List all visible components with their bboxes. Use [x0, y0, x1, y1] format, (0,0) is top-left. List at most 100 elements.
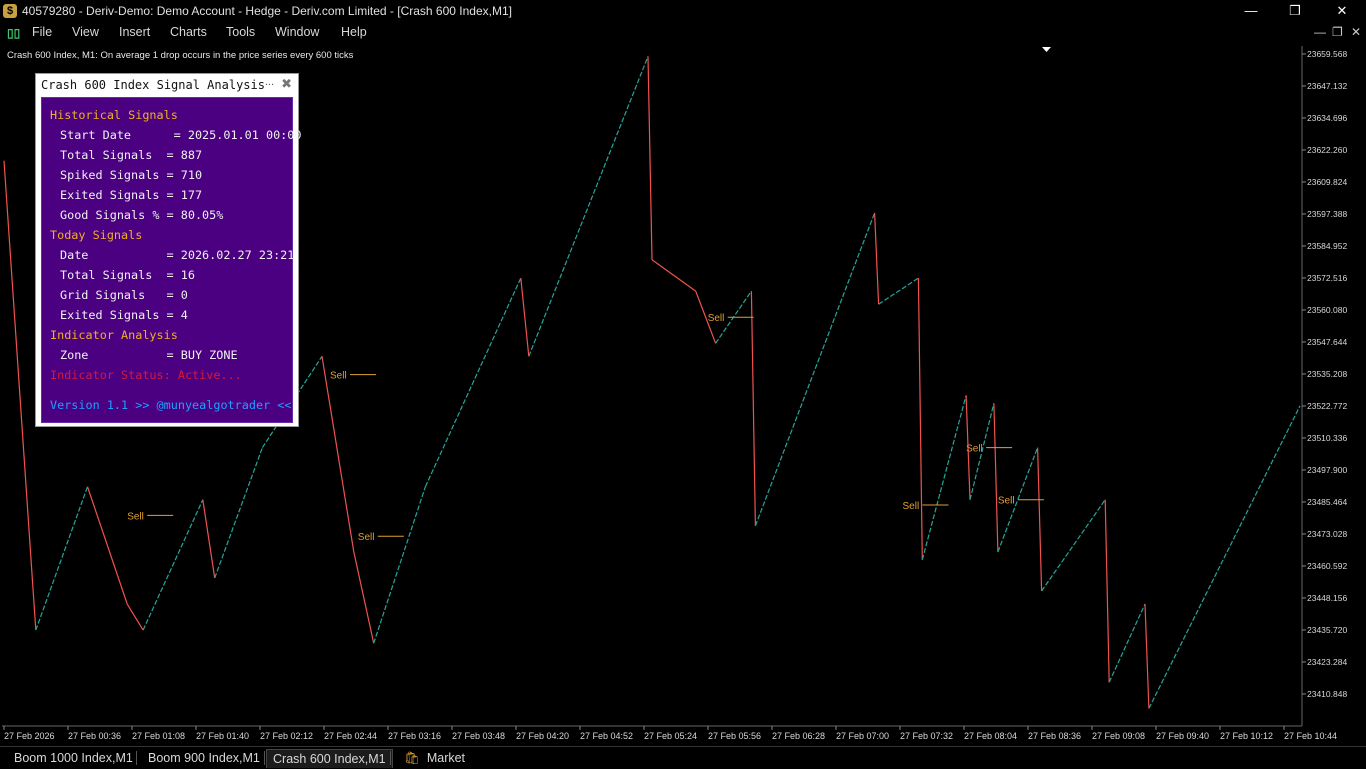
historical-signals-heading: Historical Signals	[50, 108, 178, 122]
time-tick-label: 27 Feb 00:36	[68, 731, 121, 741]
tab-market-label: Market	[426, 751, 466, 765]
price-tick-label: 23510.336	[1307, 433, 1347, 443]
time-tick-label: 27 Feb 04:20	[516, 731, 569, 741]
tab-divider	[136, 751, 137, 765]
tab-divider	[390, 751, 391, 765]
price-segment	[214, 447, 263, 579]
time-tick-label: 27 Feb 06:28	[772, 731, 825, 741]
price-segment	[750, 291, 756, 526]
price-segment	[3, 160, 37, 631]
time-tick-label: 27 Feb 10:44	[1284, 731, 1337, 741]
mdi-close-button[interactable]: ✕	[1351, 25, 1361, 39]
price-segment	[35, 486, 89, 631]
menu-tools[interactable]: Tools	[226, 25, 255, 39]
maximize-button[interactable]: ❐	[1280, 2, 1310, 20]
menu-insert[interactable]: Insert	[119, 25, 150, 39]
market-bag-icon: 🛍	[404, 751, 420, 765]
menu-charts[interactable]: Charts	[170, 25, 207, 39]
price-segment	[142, 499, 204, 631]
sell-signal-label[interactable]: Sell	[330, 371, 347, 382]
price-tick-label: 23497.900	[1307, 465, 1347, 475]
chart-header-text: Crash 600 Index, M1: On average 1 drop o…	[7, 50, 354, 61]
today-row: Total Signals = 16	[60, 268, 195, 282]
price-segment	[647, 56, 653, 260]
menu-help[interactable]: Help	[341, 25, 367, 39]
price-tick-label: 23560.080	[1307, 305, 1347, 315]
menu-view[interactable]: View	[72, 25, 99, 39]
today-signals-heading: Today Signals	[50, 228, 143, 242]
menu-window[interactable]: Window	[275, 25, 319, 39]
today-row: Date = 2026.02.27 23:21	[60, 248, 295, 262]
time-tick-label: 27 Feb 03:16	[388, 731, 441, 741]
app-logo-icon: $	[3, 4, 17, 18]
time-tick-label: 27 Feb 02:44	[324, 731, 377, 741]
price-segment	[373, 486, 426, 644]
minimize-button[interactable]: —	[1236, 2, 1266, 20]
price-segment	[1108, 603, 1146, 683]
mdi-restore-button[interactable]: ❐	[1332, 25, 1343, 39]
panel-body: Historical Signals Start Date = 2025.01.…	[41, 97, 301, 423]
price-segment	[878, 277, 919, 305]
time-tick-label: 27 Feb 02:12	[260, 731, 313, 741]
price-tick-label: 23634.696	[1307, 113, 1347, 123]
time-tick-label: 27 Feb 09:08	[1092, 731, 1145, 741]
mdi-minimize-button[interactable]: —	[1314, 25, 1326, 39]
tab-market[interactable]: 🛍 Market	[398, 749, 471, 767]
price-segment	[874, 212, 880, 305]
chart-tabs-bar: Boom 1000 Index,M1 Boom 900 Index,M1 Cra…	[0, 746, 1366, 769]
historical-row: Spiked Signals = 710	[60, 168, 203, 182]
time-tick-label: 27 Feb 08:36	[1028, 731, 1081, 741]
time-tick-label: 27 Feb 10:12	[1220, 731, 1273, 741]
price-segment	[1144, 603, 1150, 709]
price-segment	[353, 551, 375, 644]
analysis-row: Zone = BUY ZONE	[60, 348, 238, 362]
price-segment	[1148, 405, 1301, 709]
chart-window-icon: ▯▯	[7, 26, 21, 40]
close-button[interactable]: ✕	[1327, 2, 1357, 20]
price-tick-label: 23485.464	[1307, 497, 1347, 507]
sell-signal-label[interactable]: Sell	[358, 532, 375, 543]
time-tick-label: 27 Feb 09:40	[1156, 731, 1209, 741]
price-segment	[993, 403, 999, 552]
panel-minimize-button[interactable]: ...	[265, 76, 274, 88]
sell-signal-label[interactable]: Sell	[998, 496, 1015, 507]
tab-crash-600[interactable]: Crash 600 Index,M1	[266, 749, 393, 768]
time-tick-label: 27 Feb 07:00	[836, 731, 889, 741]
panel-close-button[interactable]: ✖	[281, 76, 292, 92]
menu-file[interactable]: File	[32, 25, 52, 39]
price-tick-label: 23423.284	[1307, 657, 1347, 667]
price-segment	[754, 212, 876, 527]
tab-boom-1000[interactable]: Boom 1000 Index,M1	[8, 749, 139, 767]
panel-title: Crash 600 Index Signal Analysis	[41, 78, 265, 92]
price-tick-label: 23547.644	[1307, 337, 1347, 347]
time-tick-label: 27 Feb 04:52	[580, 731, 633, 741]
historical-row: Exited Signals = 177	[60, 188, 203, 202]
price-segment	[321, 356, 355, 552]
price-tick-label: 23659.568	[1307, 49, 1347, 59]
sell-signal-label[interactable]: Sell	[127, 511, 144, 522]
shift-marker-icon[interactable]	[1042, 47, 1051, 52]
version-text[interactable]: Version 1.1 >> @munyealgotrader <<	[50, 398, 291, 412]
price-segment	[528, 56, 649, 357]
signal-analysis-panel[interactable]: Crash 600 Index Signal Analysis ... ✖ Hi…	[35, 73, 301, 427]
time-tick-label: 27 Feb 01:08	[132, 731, 185, 741]
price-segment	[917, 278, 923, 560]
price-tick-label: 23473.028	[1307, 529, 1347, 539]
time-tick-label: 27 Feb 01:40	[196, 731, 249, 741]
sell-signal-label[interactable]: Sell	[708, 313, 725, 324]
menu-bar: ▯▯ File View Insert Charts Tools Window …	[0, 23, 1366, 44]
tab-divider	[264, 751, 265, 765]
time-tick-label: 27 Feb 05:24	[644, 731, 697, 741]
title-bar: $ 40579280 - Deriv-Demo: Demo Account - …	[0, 0, 1366, 23]
indicator-analysis-heading: Indicator Analysis	[50, 328, 178, 342]
price-segment	[921, 395, 967, 560]
time-tick-label: 27 Feb 03:48	[452, 731, 505, 741]
sell-signal-label[interactable]: Sell	[966, 444, 983, 455]
tab-boom-900[interactable]: Boom 900 Index,M1	[142, 749, 266, 767]
price-tick-label: 23410.848	[1307, 689, 1347, 699]
price-tick-label: 23460.592	[1307, 561, 1347, 571]
sell-signal-label[interactable]: Sell	[903, 501, 920, 512]
historical-row: Good Signals % = 80.05%	[60, 208, 224, 222]
price-segment	[1041, 499, 1106, 592]
price-segment	[202, 499, 216, 579]
